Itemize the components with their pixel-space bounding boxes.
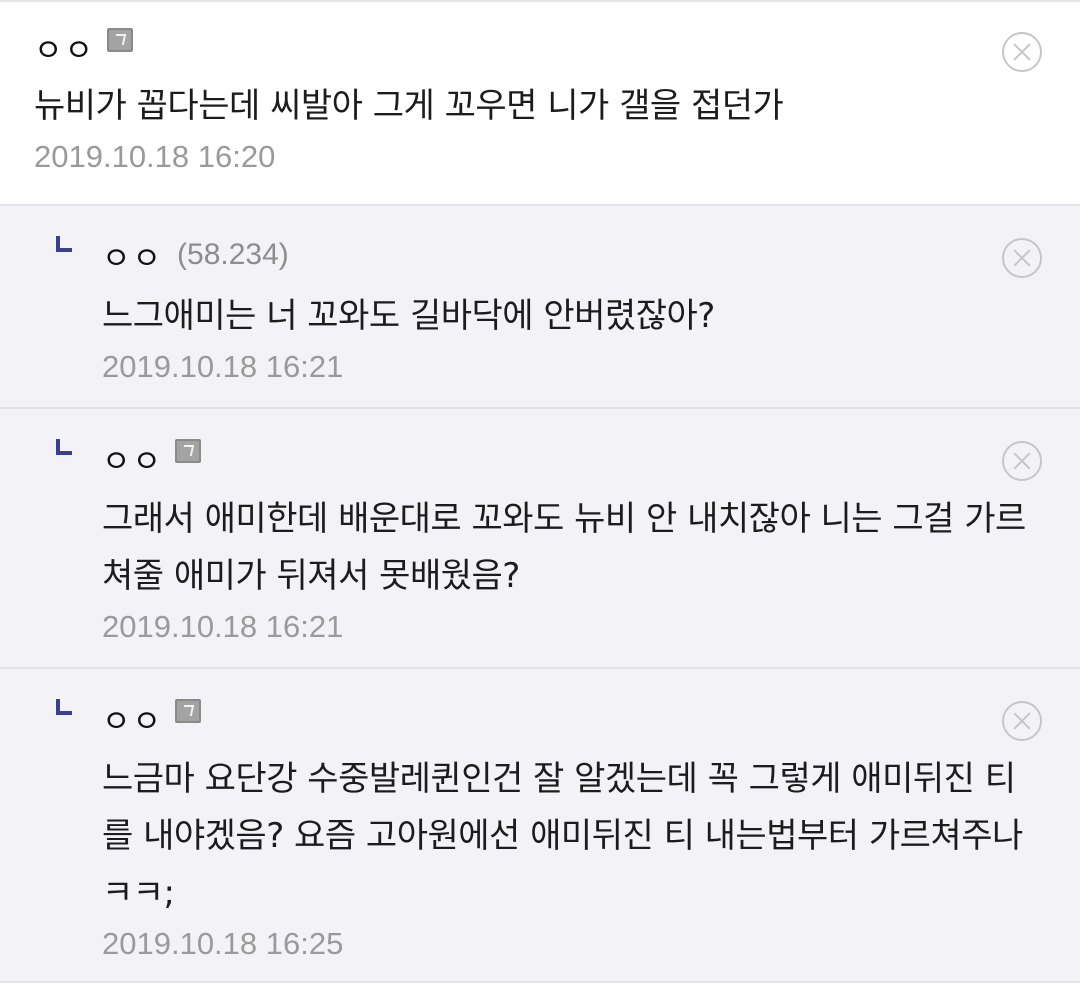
reply-arrow-icon xyxy=(56,439,72,455)
comment-header: ㅇㅇ xyxy=(102,695,1080,741)
ip-address: (58.234) xyxy=(177,238,289,271)
nickname[interactable]: ㅇㅇ xyxy=(102,233,163,278)
comment-item: ㅇㅇ 뉴비가 꼽다는데 씨발아 그게 꼬우면 니가 갤을 접던가 2019.10… xyxy=(0,2,1080,206)
comment-date: 2019.10.18 16:21 xyxy=(102,349,344,384)
reply-item: ㅇㅇ 느금마 요단강 수중발레퀸인건 잘 알겠는데 꼭 그렇게 애미뒤진 티를 … xyxy=(0,669,1080,983)
nickname[interactable]: ㅇㅇ xyxy=(34,25,95,70)
comment-header: ㅇㅇ xyxy=(102,435,1080,481)
close-circle-icon[interactable] xyxy=(1002,32,1042,72)
fixed-nick-icon xyxy=(107,28,134,52)
reply-arrow-icon xyxy=(56,236,72,252)
reply-item: ㅇㅇ 그래서 애미한데 배운대로 꼬와도 뉴비 안 내치잖아 니는 그걸 가르쳐… xyxy=(0,409,1080,669)
fixed-nick-icon xyxy=(175,439,202,463)
close-circle-icon[interactable] xyxy=(1002,701,1042,741)
nickname[interactable]: ㅇㅇ xyxy=(102,696,163,741)
comment-date: 2019.10.18 16:20 xyxy=(34,139,276,174)
fixed-nick-icon xyxy=(175,699,202,723)
comment-header: ㅇㅇ (58.234) xyxy=(102,232,1080,278)
reply-arrow-icon xyxy=(56,699,72,715)
comment-text: 느그애미는 너 꼬와도 길바닥에 안버렸잖아? xyxy=(102,296,715,336)
comment-text: 그래서 애미한데 배운대로 꼬와도 뉴비 안 내치잖아 니는 그걸 가르쳐줄 애… xyxy=(102,499,1026,596)
nickname[interactable]: ㅇㅇ xyxy=(102,436,163,481)
close-circle-icon[interactable] xyxy=(1002,441,1042,481)
comment-text: 느금마 요단강 수중발레퀸인건 잘 알겠는데 꼭 그렇게 애미뒤진 티를 내야겠… xyxy=(102,759,1023,913)
close-circle-icon[interactable] xyxy=(1002,238,1042,278)
reply-item: ㅇㅇ (58.234) 느그애미는 너 꼬와도 길바닥에 안버렸잖아? 2019… xyxy=(0,206,1080,409)
comment-date: 2019.10.18 16:25 xyxy=(102,926,344,961)
comment-header: ㅇㅇ xyxy=(34,24,1080,70)
comment-list: ㅇㅇ 뉴비가 꼽다는데 씨발아 그게 꼬우면 니가 갤을 접던가 2019.10… xyxy=(0,0,1080,983)
comment-text: 뉴비가 꼽다는데 씨발아 그게 꼬우면 니가 갤을 접던가 xyxy=(34,86,784,126)
comment-date: 2019.10.18 16:21 xyxy=(102,609,344,644)
